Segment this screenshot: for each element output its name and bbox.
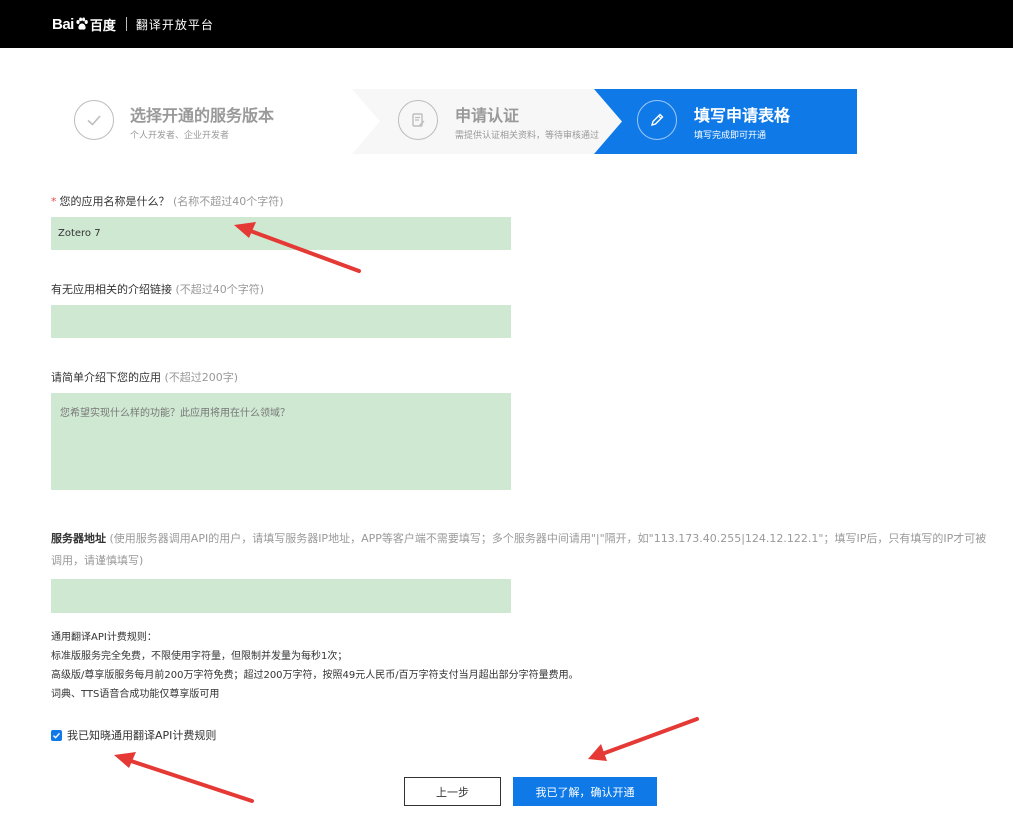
logo-text-du: 百度 — [89, 17, 116, 33]
required-mark: * — [51, 195, 57, 208]
intro-link-input[interactable] — [51, 305, 511, 338]
pencil-icon — [637, 100, 677, 140]
document-edit-icon — [398, 100, 438, 140]
billing-rules-title: 通用翻译API计费规则： — [51, 632, 157, 643]
description-label: 请简单介绍下您的应用 (不超过200字) — [51, 369, 238, 385]
description-placeholder: 您希望实现什么样的功能？此应用将用在什么领域？ — [60, 408, 290, 419]
description-textarea[interactable]: 您希望实现什么样的功能？此应用将用在什么领域？ — [51, 393, 511, 490]
app-name-input[interactable]: Zotero 7 — [51, 217, 511, 250]
step-1-subtitle: 个人开发者、企业开发者 — [130, 131, 230, 141]
server-address-hint: (使用服务器调用API的用户，请填写服务器IP地址，APP等客户端不需要填写；多… — [51, 532, 987, 567]
step-1-title: 选择开通的服务版本 — [130, 106, 275, 125]
app-name-label-text: 您的应用名称是什么？ — [59, 195, 170, 208]
app-name-label: * 您的应用名称是什么？ (名称不超过40个字符) — [51, 193, 284, 209]
confirm-open-button[interactable]: 我已了解，确认开通 — [513, 777, 657, 806]
platform-name: 翻译开放平台 — [135, 17, 214, 32]
top-bar: Bai 百度 翻译开放平台 — [0, 0, 1013, 48]
intro-link-label-text: 有无应用相关的介绍链接 — [51, 283, 172, 296]
check-icon — [74, 100, 114, 140]
step-3-active: 填写申请表格 填写完成即可开通 — [594, 89, 857, 154]
step-3-title: 填写申请表格 — [694, 106, 791, 125]
step-progress: 选择开通的服务版本 个人开发者、企业开发者 申请认证 需提供认证相关资料，等待审… — [52, 89, 857, 154]
baidu-logo[interactable]: Bai 百度 翻译开放平台 — [52, 14, 214, 34]
server-address-input[interactable] — [51, 579, 511, 613]
agreement-label: 我已知晓通用翻译API计费规则 — [67, 729, 217, 742]
server-address-label: 服务器地址 (使用服务器调用API的用户，请填写服务器IP地址，APP等客户端不… — [51, 528, 996, 572]
billing-rule-premium: 词典、TTS语音合成功能仅尊享版可用 — [51, 689, 220, 700]
app-name-value: Zotero 7 — [58, 228, 101, 239]
description-label-text: 请简单介绍下您的应用 — [51, 371, 161, 384]
checkmark-icon — [53, 732, 61, 739]
step-2-subtitle: 需提供认证相关资料，等待审核通过 — [455, 131, 600, 141]
server-address-label-text: 服务器地址 — [51, 532, 106, 545]
billing-rule-advanced: 高级版/尊享版服务每月前200万字符免费；超过200万字符，按照49元人民币/百… — [51, 670, 579, 681]
intro-link-label: 有无应用相关的介绍链接 (不超过40个字符) — [51, 281, 264, 297]
red-arrow-icon — [114, 752, 254, 803]
baidu-paw-icon — [76, 17, 88, 30]
agreement-checkbox[interactable] — [51, 729, 62, 741]
logo-divider — [125, 17, 127, 31]
step-2-title: 申请认证 — [455, 106, 520, 125]
billing-rules: 通用翻译API计费规则： 标准版服务完全免费，不限使用字符量，但限制并发量为每秒… — [51, 628, 579, 704]
step-3-subtitle: 填写完成即可开通 — [694, 131, 767, 141]
billing-rule-standard: 标准版服务完全免费，不限使用字符量，但限制并发量为每秒1次； — [51, 651, 348, 662]
intro-link-hint: (不超过40个字符) — [175, 283, 265, 296]
logo-text-bai: Bai — [52, 15, 74, 33]
app-name-hint: (名称不超过40个字符) — [173, 195, 284, 208]
description-hint: (不超过200字) — [164, 371, 239, 384]
red-arrow-icon — [588, 717, 699, 761]
step-1: 选择开通的服务版本 个人开发者、企业开发者 — [52, 89, 357, 154]
previous-step-button[interactable]: 上一步 — [404, 777, 501, 806]
agreement-checkbox-row[interactable]: 我已知晓通用翻译API计费规则 — [51, 727, 216, 743]
